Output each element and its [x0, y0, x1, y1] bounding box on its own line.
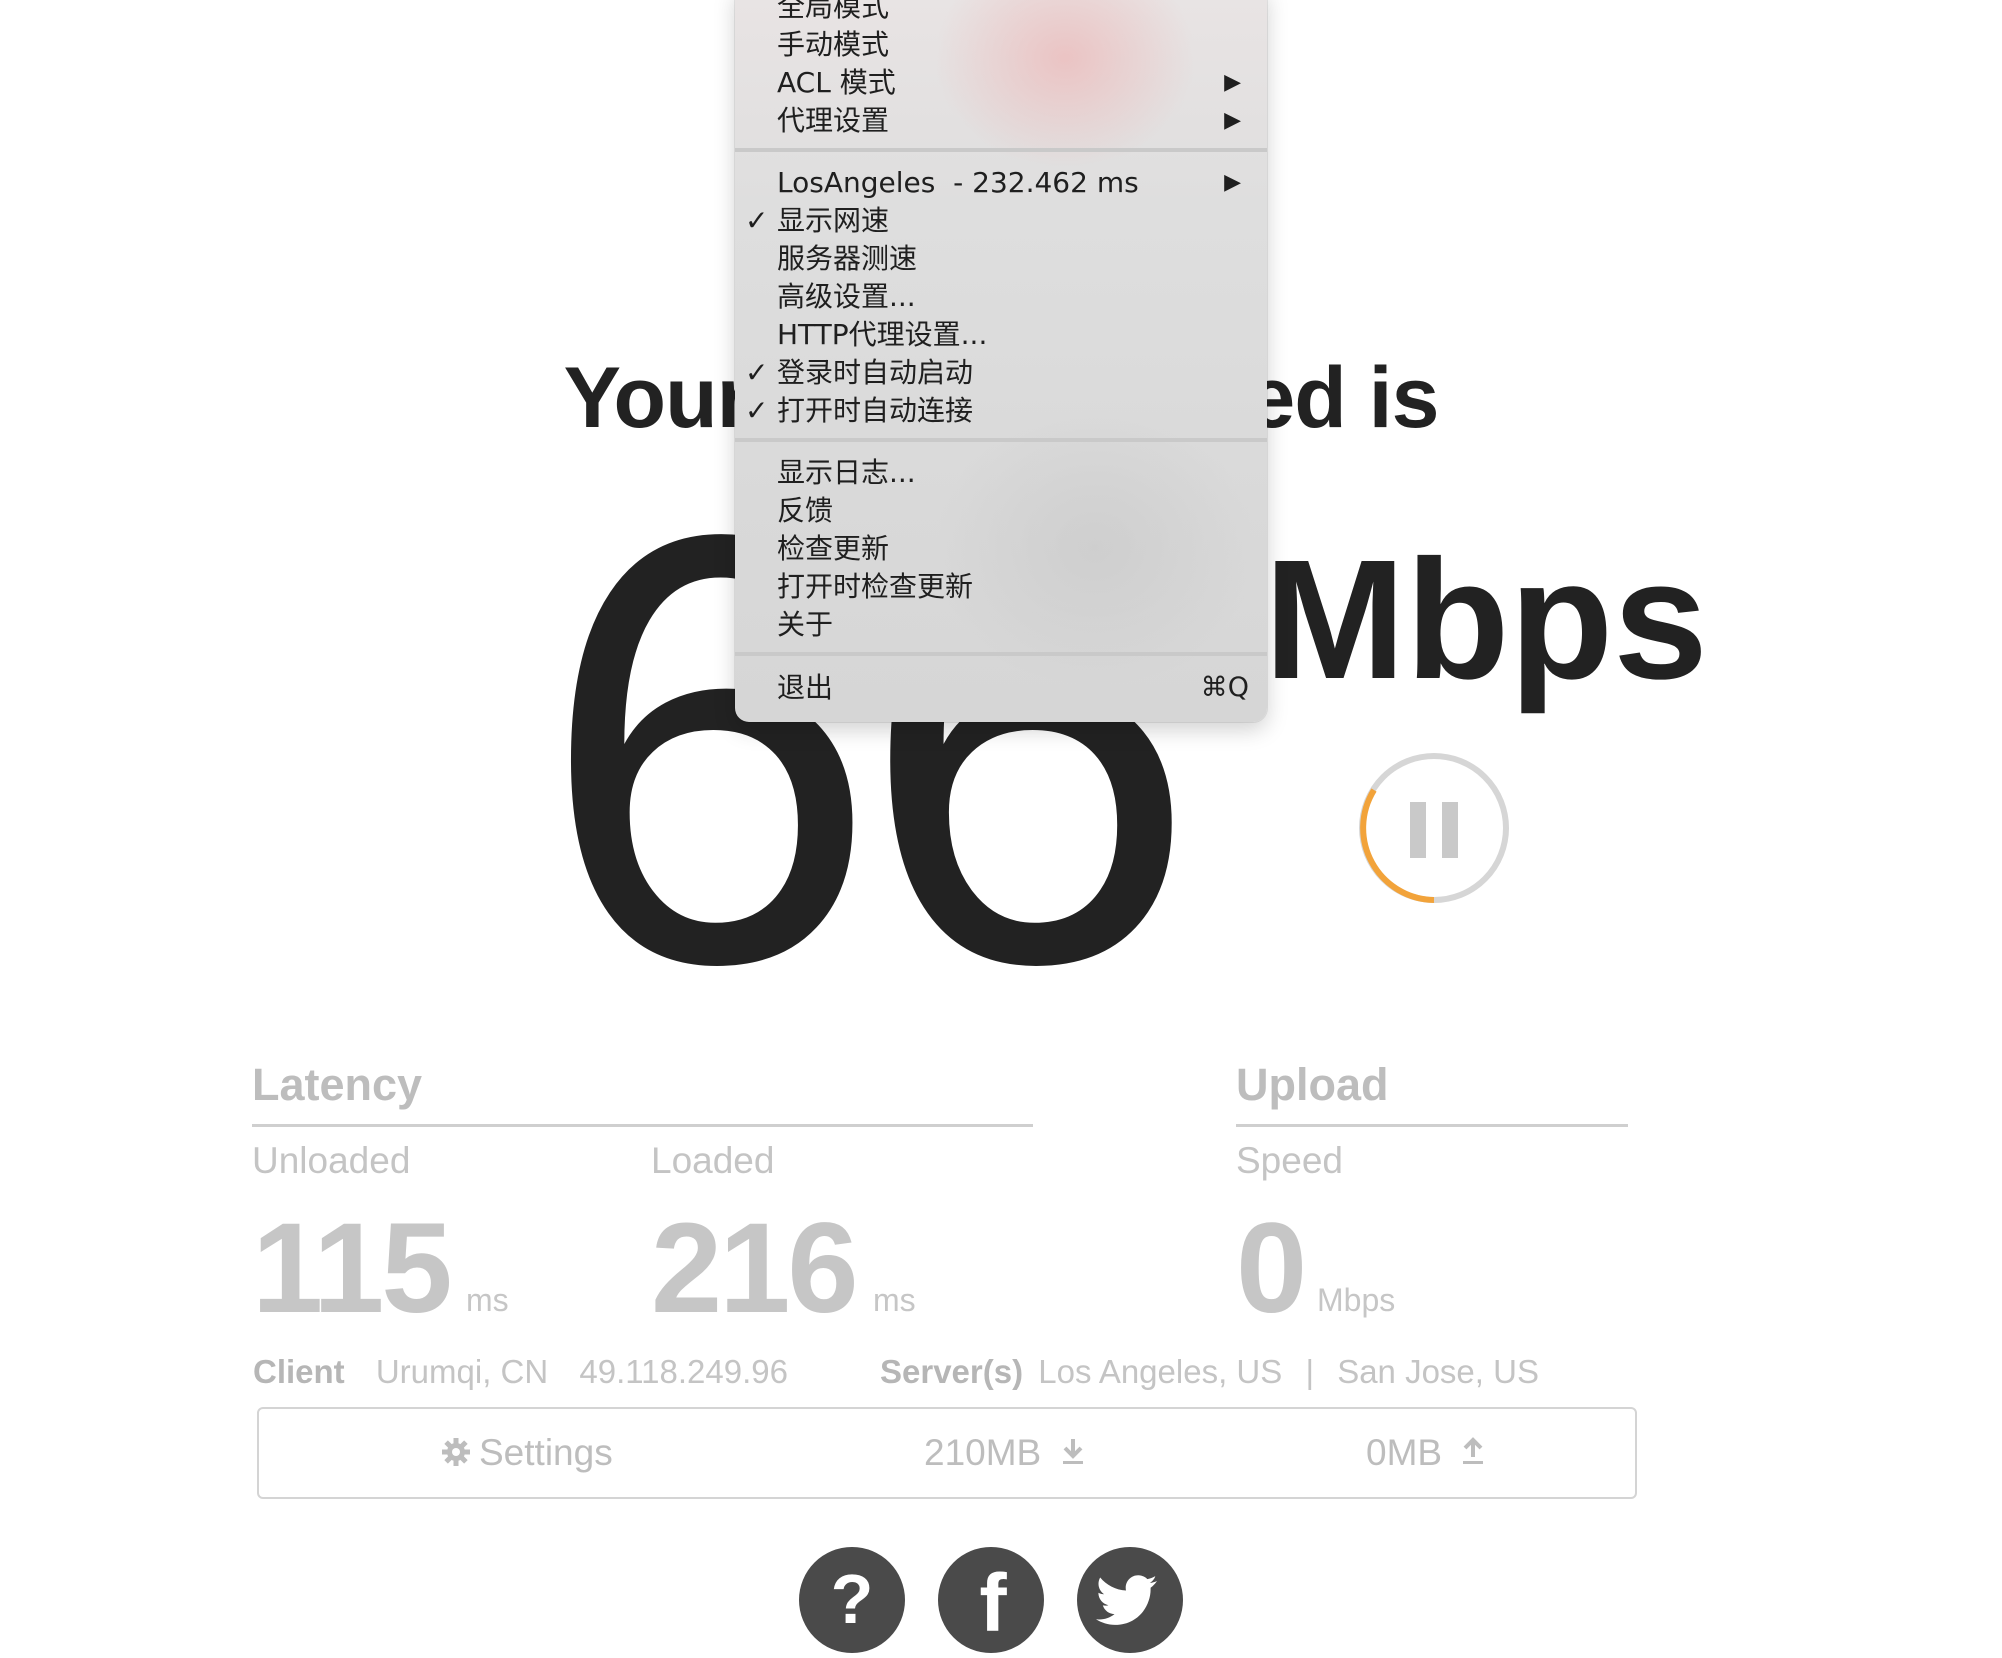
menu-item-connect-on-open[interactable]: ✓ 打开时自动连接: [735, 392, 1267, 430]
menu-item-show-speed[interactable]: ✓ 显示网速: [735, 202, 1267, 240]
latency-section-title: Latency: [252, 1059, 423, 1110]
menu-item-label: 关于: [777, 608, 834, 641]
loaded-label: Loaded: [651, 1140, 775, 1181]
menu-item-label: 登录时自动启动: [777, 356, 974, 389]
facebook-button[interactable]: f: [938, 1547, 1044, 1653]
checkmark-icon: ✓: [745, 356, 769, 389]
client-label: Client: [253, 1353, 345, 1390]
menu-item-label: 显示网速: [777, 204, 890, 237]
server-primary: Los Angeles, US: [1038, 1353, 1283, 1390]
menu-item-server[interactable]: LosAngeles - 232.462 ms ▶: [735, 164, 1267, 202]
unloaded-label: Unloaded: [252, 1140, 411, 1181]
twitter-icon: [1096, 1575, 1157, 1625]
latency-divider: [252, 1124, 1033, 1127]
submenu-arrow-icon: ▶: [1224, 108, 1241, 133]
gear-icon: [442, 1438, 470, 1466]
menu-item-launch-at-login[interactable]: ✓ 登录时自动启动: [735, 354, 1267, 392]
settings-button[interactable]: Settings: [441, 1433, 613, 1473]
settings-label: Settings: [479, 1432, 613, 1473]
uploaded-value: 0MB: [1366, 1432, 1443, 1473]
menu-separator: [735, 652, 1267, 656]
twitter-button[interactable]: [1077, 1547, 1183, 1653]
server-divider: |: [1305, 1353, 1315, 1390]
menu-item-label: 全局模式: [777, 0, 890, 23]
server-label: Server(s): [880, 1353, 1024, 1390]
menu-separator: [735, 148, 1267, 152]
menu-item-label: 高级设置...: [777, 280, 916, 313]
menu-item-label: 退出: [777, 671, 834, 704]
submenu-arrow-icon: ▶: [1224, 70, 1241, 95]
upload-speed-value: 0: [1236, 1197, 1307, 1340]
loaded-latency-unit: ms: [873, 1282, 916, 1318]
svg-text:f: f: [979, 1558, 1007, 1649]
loaded-latency-value: 216: [651, 1197, 859, 1340]
menu-item-server-speedtest[interactable]: 服务器测速: [735, 240, 1267, 278]
unloaded-latency-value: 115: [252, 1197, 452, 1340]
upload-speed-label: Speed: [1236, 1140, 1343, 1181]
submenu-arrow-icon: ▶: [1224, 170, 1241, 195]
upload-divider: [1236, 1124, 1628, 1127]
menu-item-label: 手动模式: [777, 28, 890, 61]
menu-item-acl-mode[interactable]: ACL 模式 ▶: [735, 64, 1267, 102]
client-location: Urumqi, CN: [375, 1353, 549, 1390]
download-speed-unit: Mbps: [1264, 525, 1708, 715]
menu-item-label: 显示日志...: [777, 456, 916, 489]
menu-item-label: 打开时自动连接: [777, 394, 974, 427]
downloaded-total: 210MB: [924, 1433, 1086, 1473]
menu-item-label: 检查更新: [777, 532, 890, 565]
menu-item-about[interactable]: 关于: [735, 606, 1267, 644]
facebook-icon: f: [979, 1558, 1007, 1649]
unloaded-latency-unit: ms: [466, 1282, 509, 1318]
client-ip: 49.118.249.96: [579, 1353, 788, 1390]
menu-item-advanced-settings[interactable]: 高级设置...: [735, 278, 1267, 316]
upload-arrow-icon: [1463, 1437, 1484, 1464]
downloaded-value: 210MB: [924, 1432, 1042, 1473]
menu-separator: [735, 438, 1267, 442]
upload-section-title: Upload: [1236, 1059, 1389, 1110]
menu-item-show-log[interactable]: 显示日志...: [735, 454, 1267, 492]
menu-item-label: HTTP代理设置...: [777, 318, 988, 351]
server-info: Server(s) Los Angeles, US | San Jose, US: [880, 1352, 1539, 1392]
menu-item-feedback[interactable]: 反馈: [735, 492, 1267, 530]
menu-item-check-updates[interactable]: 检查更新: [735, 530, 1267, 568]
menu-item-label: 服务器测速: [777, 242, 918, 275]
checkmark-icon: ✓: [745, 394, 769, 427]
menu-item-label: ACL 模式: [777, 66, 896, 99]
menu-item-label: LosAngeles - 232.462 ms: [777, 166, 1139, 199]
menu-item-manual-mode[interactable]: 手动模式: [735, 26, 1267, 64]
settings-bar: Settings 210MB 0MB: [257, 1407, 1637, 1499]
menu-item-check-updates-on-open[interactable]: 打开时检查更新: [735, 568, 1267, 606]
svg-text:?: ?: [831, 1560, 874, 1638]
checkmark-icon: ✓: [745, 204, 769, 237]
download-arrow-icon: [1062, 1439, 1083, 1464]
menu-item-label: 打开时检查更新: [777, 570, 974, 603]
client-info: Client Urumqi, CN 49.118.249.96: [253, 1352, 788, 1392]
quit-shortcut: ⌘Q: [1200, 672, 1249, 703]
server-secondary: San Jose, US: [1337, 1353, 1539, 1390]
uploaded-total: 0MB: [1366, 1433, 1486, 1473]
menu-item-http-proxy-settings[interactable]: HTTP代理设置...: [735, 316, 1267, 354]
pause-button[interactable]: [1358, 752, 1510, 904]
help-button[interactable]: ?: [799, 1547, 905, 1653]
upload-speed-unit: Mbps: [1317, 1282, 1396, 1318]
menu-item-proxy-settings[interactable]: 代理设置 ▶: [735, 102, 1267, 140]
menu-item-label: 代理设置: [777, 104, 890, 137]
menu-item-label: 反馈: [777, 494, 834, 527]
menu-item-quit[interactable]: 退出 ⌘Q: [735, 669, 1267, 707]
question-icon: ?: [831, 1560, 874, 1638]
menu-item-global-mode[interactable]: 全局模式: [735, 0, 1267, 26]
app-status-menu: 全局模式 手动模式 ACL 模式 ▶ 代理设置 ▶ LosAngeles - 2…: [735, 0, 1267, 722]
pause-icon: [1359, 753, 1509, 903]
